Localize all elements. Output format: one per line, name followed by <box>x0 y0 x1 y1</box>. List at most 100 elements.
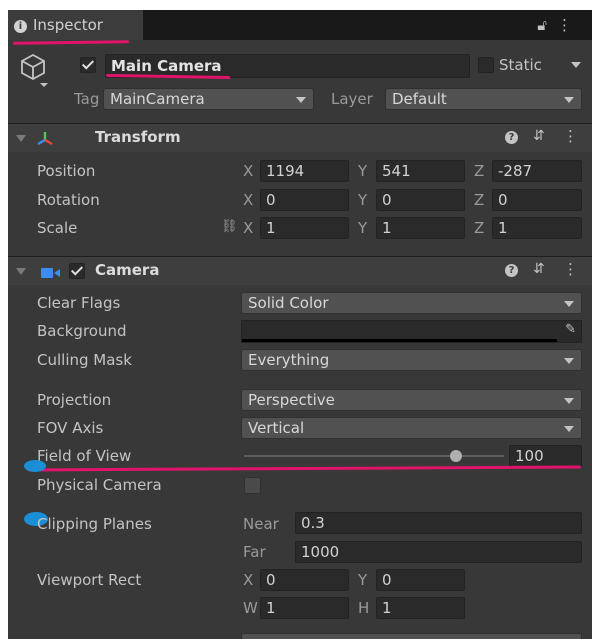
tab-icons: 🔓︎⋮ <box>537 10 582 40</box>
clipping-planes-label: Clipping Planes <box>37 515 152 533</box>
position-y-field[interactable]: 541 <box>376 160 465 182</box>
culling-mask-value: Everything <box>248 351 330 369</box>
help-icon[interactable]: ? <box>505 131 518 144</box>
viewport-y-axis-label[interactable]: Y <box>358 571 367 589</box>
physical-camera-checkbox[interactable] <box>244 477 261 494</box>
scale-label: Scale <box>37 219 78 237</box>
fov-axis-dropdown[interactable]: Vertical <box>241 417 582 439</box>
fov-axis-label: FOV Axis <box>37 419 104 437</box>
fov-axis-value: Vertical <box>248 419 305 437</box>
scale-y-axis-label[interactable]: Y <box>358 219 367 237</box>
foldout-triangle-icon[interactable] <box>16 135 26 142</box>
culling-mask-dropdown[interactable]: Everything <box>241 349 582 371</box>
rotation-label: Rotation <box>37 191 100 209</box>
preset-icon[interactable]: ⇵ <box>533 128 545 144</box>
culling-mask-label: Culling Mask <box>37 351 132 369</box>
annotation-underline-fov <box>27 465 582 472</box>
layer-label: Layer <box>331 90 373 108</box>
tag-label: Tag <box>74 90 100 108</box>
near-label[interactable]: Near <box>243 515 279 533</box>
static-label: Static <box>499 56 542 74</box>
rotation-z-axis-label[interactable]: Z <box>474 191 484 209</box>
link-icon[interactable]: ⛓︎ <box>221 219 238 234</box>
viewport-h-axis-label[interactable]: H <box>358 599 369 617</box>
scale-z-axis-label[interactable]: Z <box>474 219 484 237</box>
scale-z-field[interactable]: 1 <box>492 217 582 239</box>
position-z-field[interactable]: -287 <box>492 160 582 182</box>
preset-icon[interactable]: ⇵ <box>533 261 545 277</box>
position-x-axis-label[interactable]: X <box>243 162 253 180</box>
active-checkbox[interactable] <box>80 57 96 73</box>
fov-slider-thumb[interactable] <box>450 450 462 462</box>
viewport-y-field[interactable]: 0 <box>376 569 465 591</box>
chevron-down-icon <box>564 398 574 404</box>
gameobject-icon[interactable] <box>20 52 48 92</box>
scale-y-field[interactable]: 1 <box>376 217 465 239</box>
chevron-down-icon <box>564 97 574 103</box>
clear-flags-dropdown[interactable]: Solid Color <box>241 292 582 314</box>
background-color-swatch <box>242 339 557 342</box>
fov-label: Field of View <box>37 447 132 465</box>
fov-slider-track <box>244 455 504 457</box>
near-field[interactable]: 0.3 <box>295 512 582 534</box>
static-checkbox[interactable] <box>478 57 494 73</box>
rotation-x-axis-label[interactable]: X <box>243 191 253 209</box>
position-label: Position <box>37 162 96 180</box>
camera-icon <box>41 265 61 283</box>
viewport-x-axis-label[interactable]: X <box>243 571 253 589</box>
lock-icon[interactable]: 🔓︎ <box>537 16 557 34</box>
projection-dropdown[interactable]: Perspective <box>241 389 582 411</box>
projection-value: Perspective <box>248 391 335 409</box>
foldout-triangle-icon[interactable] <box>16 268 26 275</box>
inspector-panel: i Inspector 🔓︎⋮ Main Camera Static Tag Ma… <box>8 10 592 639</box>
background-label: Background <box>37 322 127 340</box>
kebab-menu-icon[interactable]: ⋮ <box>563 127 578 145</box>
rotation-y-axis-label[interactable]: Y <box>358 191 367 209</box>
transform-icon <box>36 130 54 150</box>
rotation-z-field[interactable]: 0 <box>492 189 582 211</box>
far-label[interactable]: Far <box>243 543 266 561</box>
scale-x-field[interactable]: 1 <box>260 217 349 239</box>
annotation-underline-tab <box>12 40 130 45</box>
tag-dropdown[interactable]: MainCamera <box>103 88 314 110</box>
info-icon: i <box>14 20 27 33</box>
tab-label: Inspector <box>33 16 103 34</box>
kebab-menu-icon[interactable]: ⋮ <box>563 260 578 278</box>
rotation-x-field[interactable]: 0 <box>260 189 349 211</box>
fov-slider[interactable] <box>244 448 504 464</box>
transform-header[interactable]: Transform ? ⇵ ⋮ <box>8 123 592 152</box>
tab-bar: i Inspector 🔓︎⋮ <box>8 10 592 40</box>
static-dropdown-arrow-icon[interactable] <box>571 62 581 68</box>
chevron-down-icon <box>564 426 574 432</box>
physical-camera-label: Physical Camera <box>37 476 162 494</box>
clear-flags-value: Solid Color <box>248 294 329 312</box>
scale-x-axis-label[interactable]: X <box>243 219 253 237</box>
background-color-field[interactable]: ✎ <box>241 320 582 343</box>
rotation-y-field[interactable]: 0 <box>376 189 465 211</box>
fov-value-field[interactable]: 100 <box>509 445 582 467</box>
position-y-axis-label[interactable]: Y <box>358 162 367 180</box>
position-x-field[interactable]: 1194 <box>260 160 349 182</box>
chevron-down-icon <box>564 358 574 364</box>
tag-value: MainCamera <box>110 90 205 108</box>
next-row-field[interactable] <box>241 633 582 639</box>
chevron-down-icon <box>564 301 574 307</box>
viewport-h-field[interactable]: 1 <box>376 597 465 619</box>
viewport-rect-label: Viewport Rect <box>37 571 142 589</box>
viewport-w-axis-label[interactable]: W <box>243 599 258 617</box>
eyedropper-icon[interactable]: ✎ <box>565 322 576 337</box>
chevron-down-icon <box>296 97 306 103</box>
viewport-w-field[interactable]: 1 <box>260 597 349 619</box>
viewport-x-field[interactable]: 0 <box>260 569 349 591</box>
help-icon[interactable]: ? <box>505 264 518 277</box>
kebab-menu-icon[interactable]: ⋮ <box>557 16 582 34</box>
position-z-axis-label[interactable]: Z <box>474 162 484 180</box>
projection-label: Projection <box>37 391 112 409</box>
camera-enabled-checkbox[interactable] <box>69 263 85 279</box>
camera-header[interactable]: Camera ? ⇵ ⋮ <box>8 256 592 285</box>
tab-inspector[interactable]: i Inspector <box>8 10 143 40</box>
far-field[interactable]: 1000 <box>295 541 582 563</box>
layer-value: Default <box>392 90 447 108</box>
layer-dropdown[interactable]: Default <box>385 88 582 110</box>
marker-icon <box>24 460 46 472</box>
